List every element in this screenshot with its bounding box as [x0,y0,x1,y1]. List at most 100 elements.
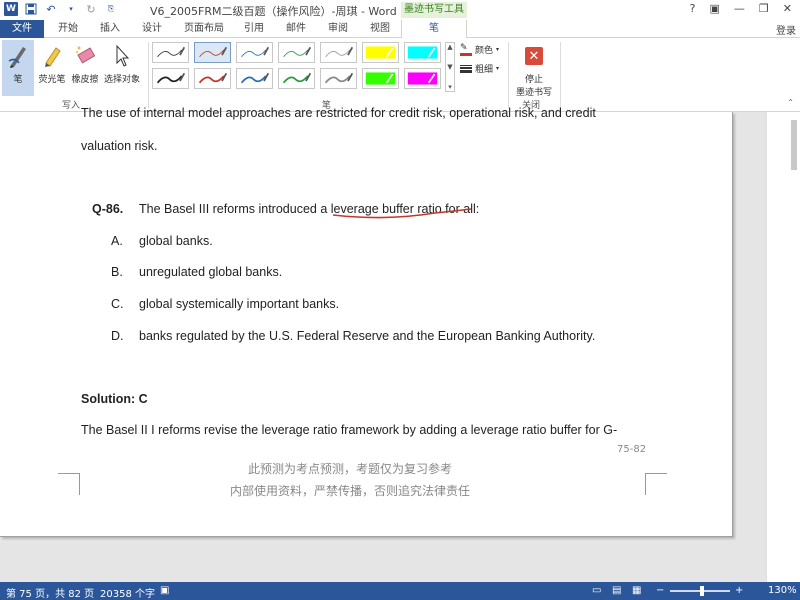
zoom-level[interactable]: 130% [768,585,797,596]
group-divider [148,42,149,108]
body-text-line: valuation risk. [81,139,158,153]
pen-style-option[interactable] [362,68,399,89]
vertical-scrollbar[interactable] [766,112,800,582]
pen-style-option[interactable] [362,42,399,63]
quick-access-toolbar: W ↶ ▾ ↻ ⎘ [4,2,118,16]
highlighter-tool-label: 荧光笔 [38,75,66,85]
tab-pens[interactable]: 笔 [401,20,467,39]
zoom-in-button[interactable]: + [735,585,743,596]
pen-style-option[interactable] [194,68,231,89]
minimize-button[interactable]: — [734,2,745,15]
ribbon-display-options-button[interactable]: ▣ [710,2,720,15]
tab-references[interactable]: 引用 [234,20,274,38]
pen-style-option[interactable] [236,42,273,63]
window-controls: ? ▣ — ❐ ✕ [690,2,792,15]
crop-mark [58,473,80,495]
option-text: banks regulated by the U.S. Federal Rese… [139,329,596,343]
help-button[interactable]: ? [690,2,696,15]
pen-style-option[interactable] [320,68,357,89]
option-text: unregulated global banks. [139,265,283,279]
document-canvas: The use of internal model approaches are… [0,106,800,582]
line-thickness-icon [460,64,472,73]
proofing-status-icon[interactable]: ▣ [160,585,169,596]
zoom-slider-thumb[interactable] [700,586,704,596]
undo-icon[interactable]: ↶ [44,2,58,16]
stop-inking-label-line1: 停止 [524,75,543,85]
pen-style-option[interactable] [278,68,315,89]
solution-label: Solution: C [81,392,148,406]
stop-inking-icon: ✕ [525,47,543,65]
select-pointer-icon [102,40,142,72]
close-button[interactable]: ✕ [783,2,792,15]
save-icon[interactable] [24,2,38,16]
word-app-icon[interactable]: W [4,2,18,16]
pen-style-option[interactable] [152,42,189,63]
pen-style-option[interactable] [404,42,441,63]
footer-disclaimer-line1: 此预测为考点预测，考题仅为复习参考 [248,462,453,476]
page-count-status[interactable]: 第 75 页，共 82 页 [6,585,94,600]
highlighter-icon [36,40,68,72]
pen-style-option[interactable] [194,42,231,63]
pen-color-label: 颜色 [475,46,494,56]
stop-inking-button[interactable]: ✕ 停止 墨迹书写 [512,40,556,98]
select-objects-button[interactable]: 选择对象 [102,40,142,96]
option-text: global banks. [139,234,213,248]
pen-style-option[interactable] [278,42,315,63]
select-objects-label: 选择对象 [103,75,140,85]
tab-mailings[interactable]: 邮件 [276,20,316,38]
tab-page-layout[interactable]: 页面布局 [176,20,232,38]
ribbon-panel: 笔 荧光笔 橡皮擦 选择对象 写入 ▲ ▼ ▾ ✎ 颜色 ▾ 粗细 ▾ 笔 ✕ … [0,38,800,112]
pen-thickness-button[interactable]: 粗细 ▾ [460,62,499,75]
option-letter: A. [111,234,123,248]
eraser-tool-label: 橡皮擦 [71,75,99,85]
stop-inking-label-line2: 墨迹书写 [515,88,552,98]
tab-review[interactable]: 审阅 [318,20,358,38]
zoom-out-button[interactable]: − [656,585,664,596]
body-text-line: The use of internal model approaches are… [81,106,596,120]
web-layout-icon[interactable]: ▦ [632,585,641,596]
redo-icon[interactable]: ↻ [84,2,98,16]
eraser-icon [68,40,102,72]
undo-dropdown-icon[interactable]: ▾ [64,2,78,16]
option-letter: D. [111,329,124,343]
customize-qat-icon[interactable]: ⎘ [104,2,118,16]
document-title: V6_2005FRM二级百题（操作风险）-周琪 - Word [150,5,397,18]
read-mode-icon[interactable]: ▭ [592,585,601,596]
pen-tool-label: 笔 [13,75,23,85]
highlighter-tool-button[interactable]: 荧光笔 [36,40,68,96]
gallery-down-icon[interactable]: ▼ [447,63,452,71]
question-number: Q-86. [92,202,124,216]
tab-file[interactable]: 文件 [0,20,44,38]
option-text: global systemically important banks. [139,297,340,311]
gallery-up-icon[interactable]: ▲ [447,43,452,51]
pen-style-option[interactable] [320,42,357,63]
eraser-tool-button[interactable]: 橡皮擦 [68,40,102,96]
word-count-status[interactable]: 20358 个字 [100,585,155,600]
option-letter: B. [111,265,123,279]
tab-insert[interactable]: 插入 [90,20,130,38]
pen-style-option[interactable] [404,68,441,89]
document-page: The use of internal model approaches are… [0,106,733,537]
gallery-scroll-controls: ▲ ▼ ▾ [445,42,455,92]
sign-in-link[interactable]: 登录 [776,22,796,37]
status-bar: 第 75 页，共 82 页 20358 个字 ▣ ▭ ▤ ▦ − + 130% [0,582,800,600]
pen-style-option[interactable] [152,68,189,89]
solution-text: The Basel II I reforms revise the levera… [81,423,618,437]
tab-home[interactable]: 开始 [48,20,88,38]
tab-view[interactable]: 视图 [360,20,400,38]
scroll-thumb[interactable] [791,120,797,170]
pen-tool-button[interactable]: 笔 [2,40,34,96]
page-number: 75-82 [617,444,647,455]
restore-button[interactable]: ❐ [759,2,769,15]
pen-color-button[interactable]: ✎ 颜色 ▾ [460,43,499,56]
crop-mark [645,473,667,495]
ink-underline-annotation [332,208,472,219]
pen-style-option[interactable] [236,68,273,89]
ink-tools-contextual-label: 墨迹书写工具 [401,2,467,18]
tab-design[interactable]: 设计 [132,20,172,38]
gallery-more-icon[interactable]: ▾ [448,83,452,91]
print-layout-icon[interactable]: ▤ [612,585,621,596]
collapse-ribbon-icon[interactable]: ⌃ [787,98,794,107]
option-letter: C. [111,297,124,311]
pen-style-gallery [152,42,444,92]
